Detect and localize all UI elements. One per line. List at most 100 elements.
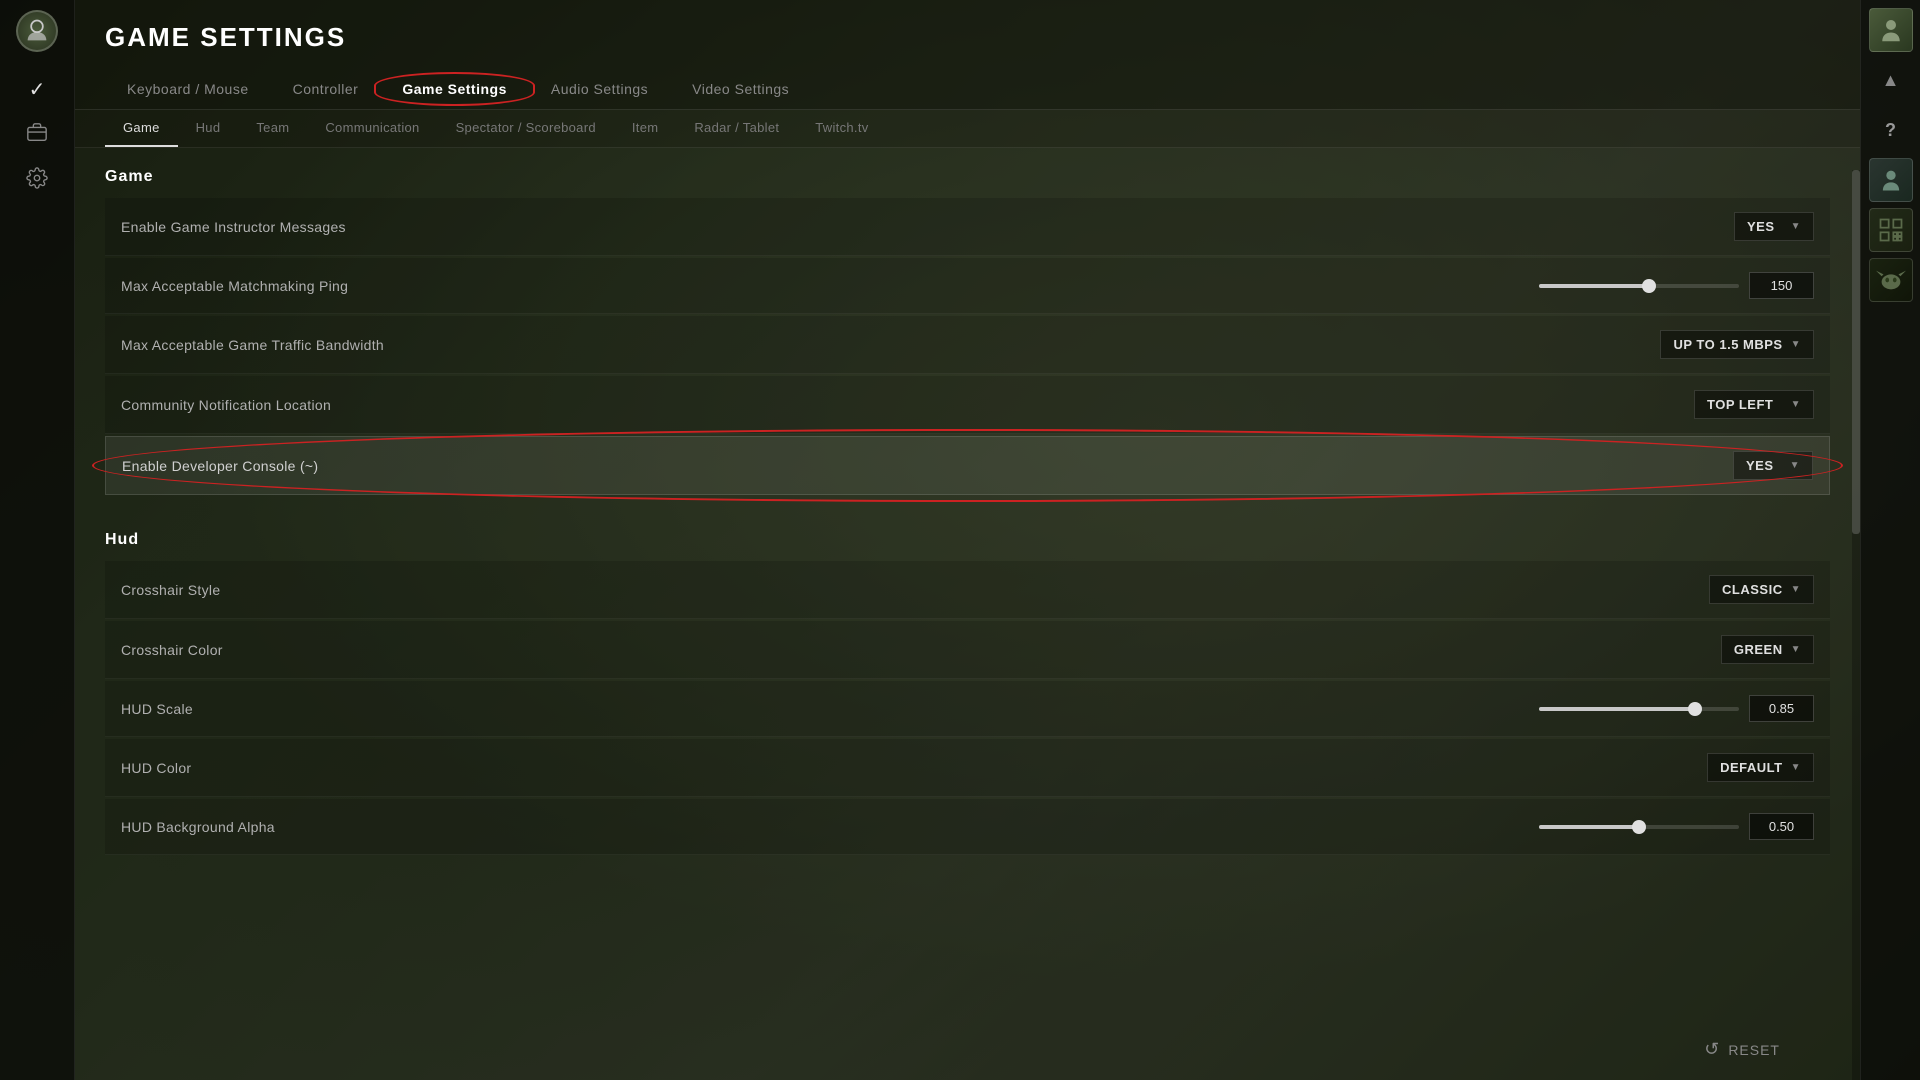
reset-label: RESET [1728,1042,1780,1058]
hud-scale-slider-fill [1539,707,1695,711]
reset-icon: ↺ [1704,1039,1720,1060]
setting-label-enable-developer-console: Enable Developer Console (~) [122,458,1733,474]
right-sidebar: ▲ ? [1860,0,1920,1080]
ping-slider-track[interactable] [1539,284,1739,288]
avatar-person[interactable] [1869,158,1913,202]
setting-enable-developer-console: Enable Developer Console (~) YES ▼ [105,436,1830,495]
subnav-item[interactable]: Item [614,110,676,147]
subnav-spectator[interactable]: Spectator / Scoreboard [438,110,614,147]
setting-label-hud-scale: HUD Scale [121,701,1539,717]
setting-label-hud-bg-alpha: HUD Background Alpha [121,819,1539,835]
ping-input[interactable] [1749,272,1814,299]
check-icon: ✓ [29,77,46,102]
dropdown-hud-color[interactable]: DEFAULT ▼ [1707,753,1814,782]
logo-icon [23,17,51,45]
avatar-qr[interactable] [1869,208,1913,252]
setting-value-crosshair-style: CLASSIC ▼ [1709,575,1814,604]
setting-value-community-notification: TOP LEFT ▼ [1694,390,1814,419]
sidebar-inventory[interactable] [18,116,56,154]
dropdown-max-game-traffic[interactable]: UP TO 1.5 MBPS ▼ [1660,330,1814,359]
subnav-radar[interactable]: Radar / Tablet [676,110,797,147]
subnav-communication[interactable]: Communication [307,110,437,147]
chevron-down-icon-6: ▼ [1791,644,1801,655]
hud-alpha-slider-thumb[interactable] [1632,820,1646,834]
setting-max-matchmaking-ping: Max Acceptable Matchmaking Ping [105,258,1830,314]
sidebar-checkmark[interactable]: ✓ [18,70,56,108]
hud-alpha-input[interactable] [1749,813,1814,840]
chevron-down-icon-3: ▼ [1791,399,1801,410]
dropdown-enable-developer-console[interactable]: YES ▼ [1733,451,1813,480]
scrollbar-track [1852,170,1860,1080]
subnav-team[interactable]: Team [238,110,307,147]
hud-alpha-slider-fill [1539,825,1639,829]
ping-slider-thumb[interactable] [1642,279,1656,293]
setting-hud-scale: HUD Scale [105,681,1830,737]
subnav-twitch[interactable]: Twitch.tv [797,110,886,147]
chevron-down-icon: ▼ [1791,221,1801,232]
left-sidebar: ✓ [0,0,75,1080]
setting-value-max-game-traffic: UP TO 1.5 MBPS ▼ [1660,330,1814,359]
hud-scale-input[interactable] [1749,695,1814,722]
settings-area: Game Enable Game Instructor Messages YES… [75,148,1860,1080]
setting-value-enable-developer-console: YES ▼ [1733,451,1813,480]
setting-label-crosshair-style: Crosshair Style [121,582,1709,598]
dropdown-enable-game-instructor[interactable]: YES ▼ [1734,212,1814,241]
ping-slider-fill [1539,284,1649,288]
app-logo[interactable] [16,10,58,52]
tab-audio-settings[interactable]: Audio Settings [529,71,670,109]
setting-max-game-traffic: Max Acceptable Game Traffic Bandwidth UP… [105,316,1830,374]
question-icon: ? [1885,120,1896,141]
setting-label-crosshair-color: Crosshair Color [121,642,1721,658]
setting-value-max-matchmaking-ping [1539,272,1814,299]
setting-value-hud-color: DEFAULT ▼ [1707,753,1814,782]
chevron-up-icon: ▲ [1882,70,1900,91]
tab-keyboard-mouse[interactable]: Keyboard / Mouse [105,71,271,109]
hud-scale-slider-thumb[interactable] [1688,702,1702,716]
scrollbar-thumb[interactable] [1852,170,1860,534]
hud-alpha-slider-track[interactable] [1539,825,1739,829]
gear-icon [26,167,48,195]
top-nav: Keyboard / Mouse Controller Game Setting… [105,71,1830,109]
setting-value-hud-bg-alpha [1539,813,1814,840]
subnav-hud[interactable]: Hud [178,110,239,147]
right-question[interactable]: ? [1869,108,1913,152]
avatar-person-icon [1877,166,1905,194]
setting-enable-game-instructor: Enable Game Instructor Messages YES ▼ [105,198,1830,256]
main-content: GAME SETTINGS Keyboard / Mouse Controlle… [75,0,1860,1080]
hud-scale-slider-track[interactable] [1539,707,1739,711]
reset-button[interactable]: ↺ RESET [1704,1039,1780,1060]
dropdown-community-notification[interactable]: TOP LEFT ▼ [1694,390,1814,419]
avatar-qr-icon [1877,216,1905,244]
dropdown-crosshair-color[interactable]: GREEN ▼ [1721,635,1814,664]
setting-label-hud-color: HUD Color [121,760,1707,776]
setting-label-enable-game-instructor: Enable Game Instructor Messages [121,219,1734,235]
setting-label-max-matchmaking-ping: Max Acceptable Matchmaking Ping [121,278,1539,294]
chevron-down-icon-4: ▼ [1790,460,1800,471]
avatar-main[interactable] [1869,8,1913,52]
setting-community-notification: Community Notification Location TOP LEFT… [105,376,1830,434]
setting-hud-color: HUD Color DEFAULT ▼ [105,739,1830,797]
setting-crosshair-color: Crosshair Color GREEN ▼ [105,621,1830,679]
right-up-chevron[interactable]: ▲ [1869,58,1913,102]
header: GAME SETTINGS Keyboard / Mouse Controlle… [75,0,1860,110]
tab-controller[interactable]: Controller [271,71,381,109]
chevron-down-icon-2: ▼ [1791,339,1801,350]
tab-game-settings[interactable]: Game Settings [380,71,529,109]
sidebar-settings[interactable] [18,162,56,200]
subnav-game[interactable]: Game [105,110,178,147]
setting-crosshair-style: Crosshair Style CLASSIC ▼ [105,561,1830,619]
chevron-down-icon-7: ▼ [1791,762,1801,773]
avatar-batman[interactable] [1869,258,1913,302]
chevron-down-icon-5: ▼ [1791,584,1801,595]
setting-value-enable-game-instructor: YES ▼ [1734,212,1814,241]
tab-video-settings[interactable]: Video Settings [670,71,811,109]
setting-label-community-notification: Community Notification Location [121,397,1694,413]
setting-value-crosshair-color: GREEN ▼ [1721,635,1814,664]
section-game-header: Game [105,148,1830,198]
page-title: GAME SETTINGS [105,22,1830,53]
setting-label-max-game-traffic: Max Acceptable Game Traffic Bandwidth [121,337,1660,353]
avatar-batman-icon [1876,266,1906,294]
setting-hud-bg-alpha: HUD Background Alpha [105,799,1830,855]
avatar-main-icon [1876,15,1906,45]
dropdown-crosshair-style[interactable]: CLASSIC ▼ [1709,575,1814,604]
